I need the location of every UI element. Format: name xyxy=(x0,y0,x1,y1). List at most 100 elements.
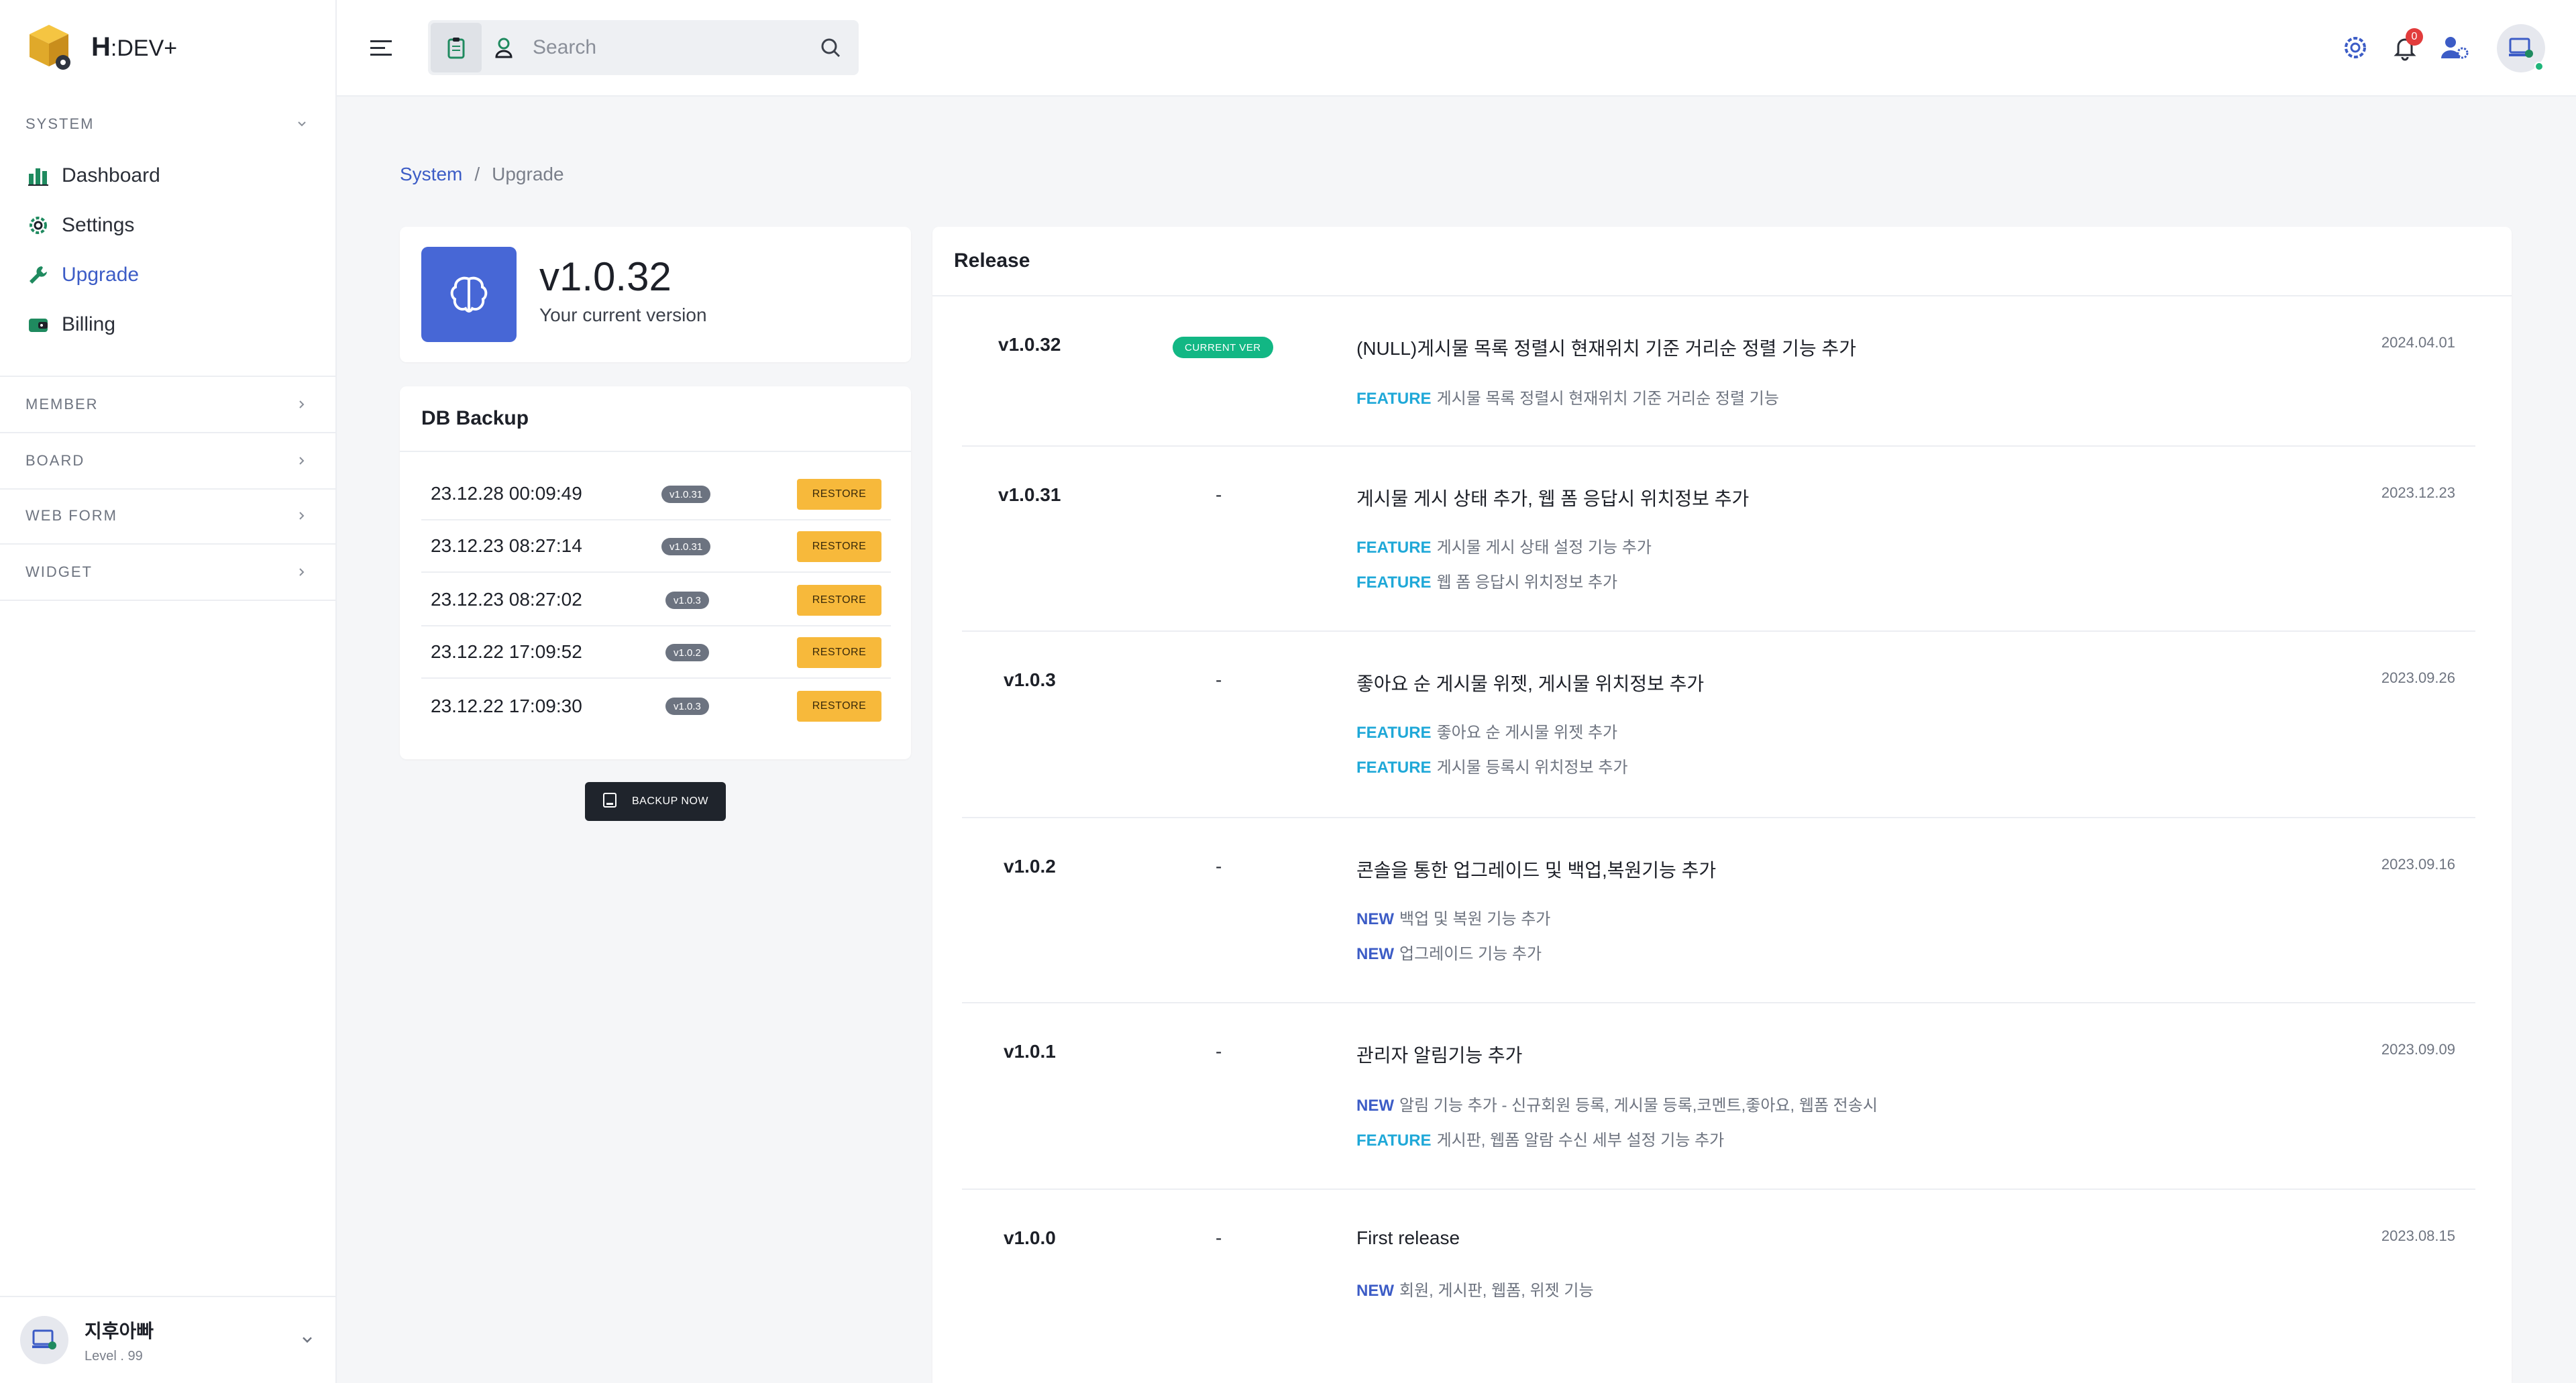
backup-row: 23.12.23 08:27:14 v1.0.31 RESTORE xyxy=(421,520,891,573)
chart-icon xyxy=(25,163,51,188)
chevron-down-icon xyxy=(294,116,310,132)
current-version-number: v1.0.32 xyxy=(539,254,672,299)
feature-tag: FEATURE xyxy=(1356,539,1432,557)
brain-icon xyxy=(421,247,517,342)
backup-row: 23.12.22 17:09:30 v1.0.3 RESTORE xyxy=(421,680,891,732)
section-label: SYSTEM xyxy=(25,115,95,132)
settings-gear-icon[interactable] xyxy=(2339,31,2372,64)
release-badge-empty: - xyxy=(1216,484,1222,505)
chevron-right-icon xyxy=(294,564,310,580)
restore-button[interactable]: RESTORE xyxy=(797,531,881,562)
release-note: NEW 알림 기능 추가 - 신규회원 등록, 게시물 등록,코멘트,좋아요, 웹… xyxy=(1356,1092,1878,1115)
release-note: FEATURE 좋아요 순 게시물 위젯 추가 xyxy=(1356,719,1617,742)
chevron-down-icon[interactable] xyxy=(299,1332,315,1348)
release-title: 관리자 알림기능 추가 xyxy=(1356,1045,1523,1066)
release-date: 2023.08.15 xyxy=(2381,1227,2455,1244)
release-note: NEW 업그레이드 기능 추가 xyxy=(1356,940,1542,964)
release-date: 2023.09.09 xyxy=(2381,1041,2455,1058)
gear-icon xyxy=(25,213,51,238)
release-version: v1.0.32 xyxy=(998,334,1061,355)
clipboard-icon[interactable] xyxy=(431,23,482,72)
new-tag: NEW xyxy=(1356,1097,1394,1115)
breadcrumb-system-link[interactable]: System xyxy=(400,164,462,185)
new-tag: NEW xyxy=(1356,910,1394,928)
release-note: FEATURE 게시판, 웹폼 알람 수신 세부 설정 기능 추가 xyxy=(1356,1127,1724,1150)
sidebar: H:DEV+ SYSTEM Dashboard Settings Upgrade… xyxy=(0,0,337,1383)
sidebar-section-member[interactable]: MEMBER xyxy=(0,377,335,432)
bell-icon[interactable]: 0 xyxy=(2388,28,2423,64)
online-status-dot xyxy=(2534,62,2544,71)
release-version: v1.0.31 xyxy=(998,484,1061,505)
current-version-card: v1.0.32 Your current version xyxy=(400,227,911,362)
brand[interactable]: H:DEV+ xyxy=(25,20,177,74)
release-note-text: 백업 및 복원 기능 추가 xyxy=(1399,910,1551,928)
release-note-text: 게시물 목록 정렬시 현재위치 기준 거리순 정렬 기능 xyxy=(1436,390,1779,408)
feature-tag: FEATURE xyxy=(1356,390,1432,408)
release-title: First release xyxy=(1356,1227,1460,1248)
user-icon[interactable] xyxy=(482,23,526,72)
new-tag: NEW xyxy=(1356,945,1394,963)
release-title: (NULL)게시물 목록 정렬시 현재위치 기준 거리순 정렬 기능 추가 xyxy=(1356,338,1856,359)
user-settings-icon[interactable] xyxy=(2438,31,2471,64)
chevron-right-icon xyxy=(294,508,310,524)
menu-toggle-icon[interactable] xyxy=(368,35,394,62)
restore-button[interactable]: RESTORE xyxy=(797,691,881,722)
release-note-text: 좋아요 순 게시물 위젯 추가 xyxy=(1436,724,1618,742)
search-input[interactable] xyxy=(533,36,814,59)
sidebar-section-web-form[interactable]: WEB FORM xyxy=(0,488,335,543)
db-backup-card: DB Backup 23.12.28 00:09:49 v1.0.31 REST… xyxy=(400,386,911,759)
release-entry: v1.0.2 - 콘솔을 통한 업그레이드 및 백업,복원기능 추가 2023.… xyxy=(962,820,2475,1003)
backup-date: 23.12.22 17:09:52 xyxy=(431,641,582,662)
release-note-text: 게시물 게시 상태 설정 기능 추가 xyxy=(1436,539,1652,557)
release-date: 2023.09.26 xyxy=(2381,669,2455,686)
release-badge-empty: - xyxy=(1216,669,1222,690)
avatar[interactable] xyxy=(2497,24,2545,72)
release-note: FEATURE 게시물 등록시 위치정보 추가 xyxy=(1356,754,1628,777)
release-title: 콘솔을 통한 업그레이드 및 백업,복원기능 추가 xyxy=(1356,860,1717,881)
sidebar-item-label: Settings xyxy=(62,214,135,236)
sidebar-section-widget[interactable]: WIDGET xyxy=(0,545,335,600)
release-entry: v1.0.0 - First release 2023.08.15 NEW 회원,… xyxy=(962,1191,2475,1352)
backup-row: 23.12.28 00:09:49 v1.0.31 RESTORE xyxy=(421,468,891,520)
restore-button[interactable]: RESTORE xyxy=(797,479,881,510)
card-title: Release xyxy=(932,227,2512,296)
release-note: NEW 회원, 게시판, 웹폼, 위젯 기능 xyxy=(1356,1277,1594,1301)
sidebar-section-board[interactable]: BOARD xyxy=(0,433,335,488)
card-title: DB Backup xyxy=(400,386,911,452)
sidebar-item-billing[interactable]: Billing xyxy=(25,305,115,345)
user-profile[interactable]: 지후아빠 Level . 99 xyxy=(0,1296,335,1383)
current-version-caption: Your current version xyxy=(539,305,707,325)
chevron-right-icon xyxy=(294,396,310,412)
backup-now-button[interactable]: BACKUP NOW xyxy=(585,782,726,821)
release-date: 2023.12.23 xyxy=(2381,484,2455,501)
section-label: WEB FORM xyxy=(25,507,117,524)
backup-version-badge: v1.0.3 xyxy=(665,698,709,715)
breadcrumb: System / Upgrade xyxy=(400,164,564,185)
backup-row: 23.12.23 08:27:02 v1.0.3 RESTORE xyxy=(421,574,891,626)
restore-button[interactable]: RESTORE xyxy=(797,637,881,668)
feature-tag: FEATURE xyxy=(1356,724,1432,742)
release-version: v1.0.0 xyxy=(1004,1227,1056,1248)
release-version: v1.0.1 xyxy=(1004,1041,1056,1062)
backup-date: 23.12.22 17:09:30 xyxy=(431,696,582,716)
release-note-text: 웹 폼 응답시 위치정보 추가 xyxy=(1436,573,1618,592)
release-note: FEATURE 게시물 목록 정렬시 현재위치 기준 거리순 정렬 기능 xyxy=(1356,385,1779,408)
profile-name: 지후아빠 xyxy=(85,1320,154,1341)
feature-tag: FEATURE xyxy=(1356,1131,1432,1150)
avatar xyxy=(20,1316,68,1364)
sidebar-item-label: Billing xyxy=(62,313,116,335)
sidebar-item-settings[interactable]: Settings xyxy=(25,205,134,245)
profile-level: Level . 99 xyxy=(85,1348,143,1364)
release-title: 게시물 게시 상태 추가, 웹 폼 응답시 위치정보 추가 xyxy=(1356,488,1750,509)
backup-version-badge: v1.0.31 xyxy=(661,538,711,555)
search-bar xyxy=(428,20,859,75)
search-icon[interactable] xyxy=(817,34,844,61)
topbar: 0 xyxy=(337,0,2576,97)
section-label: WIDGET xyxy=(25,563,93,580)
sidebar-section-system[interactable]: SYSTEM xyxy=(0,97,335,152)
sidebar-item-upgrade[interactable]: Upgrade xyxy=(25,255,139,295)
restore-button[interactable]: RESTORE xyxy=(797,585,881,616)
sidebar-item-dashboard[interactable]: Dashboard xyxy=(25,156,160,196)
release-badge-empty: - xyxy=(1216,1041,1222,1062)
section-label: BOARD xyxy=(25,452,85,469)
